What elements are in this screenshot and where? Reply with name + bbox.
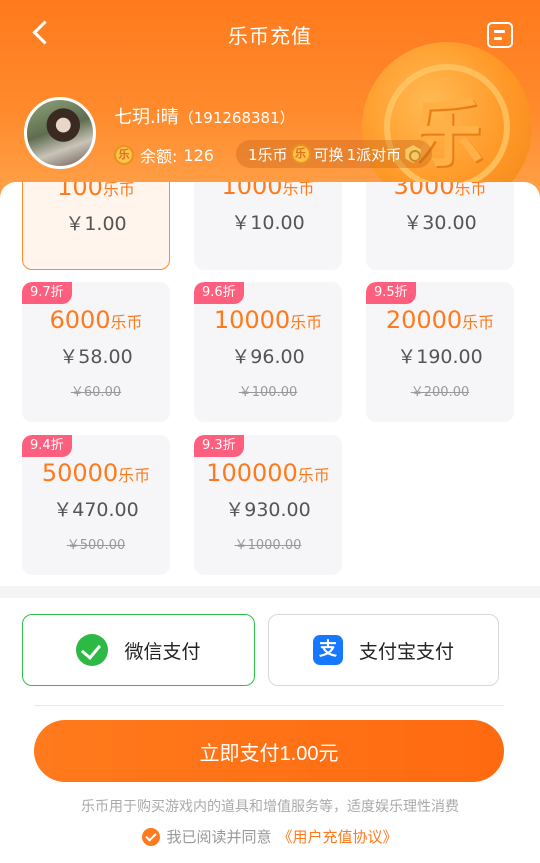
party-coin-icon (405, 145, 421, 163)
package-amount: 50000 (41, 459, 119, 487)
exchange-mid: 可换 (313, 145, 344, 164)
package-unit: 乐币 (297, 466, 330, 485)
balance-label: 余额: (140, 147, 178, 166)
package-unit: 乐币 (118, 466, 151, 485)
package-unit: 乐币 (110, 313, 143, 332)
package-unit: 乐币 (102, 182, 135, 199)
package-price: ￥470.00 (53, 499, 139, 521)
user-id: （191268381） (178, 109, 295, 127)
alipay-label: 支付宝支付 (358, 640, 454, 663)
exchange-rate-pill: 1乐币 乐 可换 1派对币 (236, 140, 433, 168)
package-amount: 100000 (206, 459, 298, 487)
package-card-10000[interactable]: 9.6折 10000乐币 ￥96.00 ￥100.00 (194, 282, 342, 422)
discount-badge: 9.6折 (194, 282, 244, 304)
package-unit: 乐币 (282, 182, 315, 198)
discount-badge: 9.4折 (22, 435, 72, 457)
record-list-icon[interactable] (487, 22, 513, 48)
coin-decoration-icon: 乐 (362, 42, 532, 200)
package-price: ￥96.00 (231, 346, 305, 368)
exchange-right: 1派对币 (346, 145, 402, 164)
package-grid: 100乐币 ￥1.00 1000乐币 ￥10.00 3000乐币 ￥30.00 … (0, 182, 540, 586)
wechat-icon (76, 634, 109, 666)
discount-badge: 9.5折 (366, 282, 416, 304)
balance: 乐 余额: 126 (114, 143, 214, 167)
package-price: ￥30.00 (403, 212, 477, 234)
package-amount: 20000 (385, 306, 463, 334)
alipay-button[interactable]: 支 支付宝支付 (268, 614, 499, 686)
package-original-price: ￥100.00 (238, 385, 298, 400)
package-card-50000[interactable]: 9.4折 50000乐币 ￥470.00 ￥500.00 (22, 435, 170, 575)
agreement-link[interactable]: 《用户充值协议》 (278, 826, 398, 847)
package-price: ￥1.00 (65, 213, 127, 235)
section-divider (0, 586, 540, 598)
discount-badge: 9.3折 (194, 435, 244, 457)
package-card-20000[interactable]: 9.5折 20000乐币 ￥190.00 ￥200.00 (366, 282, 514, 422)
package-price: ￥58.00 (59, 346, 133, 368)
package-amount: 3000 (393, 182, 455, 200)
package-original-price: ￥60.00 (70, 385, 122, 400)
discount-badge: 9.7折 (22, 282, 72, 304)
pay-now-button[interactable]: 立即支付1.00元 (34, 720, 504, 782)
wechat-pay-button[interactable]: 微信支付 (22, 614, 255, 686)
package-amount: 6000 (49, 306, 111, 334)
package-amount: 1000 (221, 182, 283, 200)
package-unit: 乐币 (290, 313, 323, 332)
package-card-100000[interactable]: 9.3折 100000乐币 ￥930.00 ￥1000.00 (194, 435, 342, 575)
balance-value: 126 (183, 145, 214, 165)
package-card-3000[interactable]: 3000乐币 ￥30.00 (366, 182, 514, 270)
package-price: ￥930.00 (225, 499, 311, 521)
wechat-pay-label: 微信支付 (124, 640, 201, 663)
le-coin-icon: 乐 (114, 145, 134, 165)
alipay-icon: 支 (312, 635, 343, 665)
package-price: ￥10.00 (231, 212, 305, 234)
recharge-notice: 乐币用于购买游戏内的道具和增值服务等，适度娱乐理性消费 (81, 799, 459, 815)
user-name: 七玥.i晴（191268381） (114, 103, 295, 129)
agreement-checkbox-icon[interactable] (142, 827, 161, 846)
package-card-100[interactable]: 100乐币 ￥1.00 (22, 182, 170, 270)
page-title: 乐币充值 (228, 24, 312, 48)
exchange-left: 1乐币 (248, 145, 288, 164)
package-unit: 乐币 (454, 182, 487, 198)
package-price: ￥190.00 (397, 346, 483, 368)
divider-line (34, 705, 504, 706)
package-amount: 100 (57, 182, 103, 201)
package-unit: 乐币 (462, 313, 495, 332)
avatar (24, 97, 96, 169)
package-original-price: ￥1000.00 (234, 538, 302, 553)
header: 乐 乐币充值 七玥.i晴（191268381） 乐 余额: 126 1乐币 乐 … (0, 0, 540, 200)
package-original-price: ￥200.00 (410, 385, 470, 400)
agreement-row: 我已阅读并同意 《用户充值协议》 (0, 826, 540, 847)
package-card-1000[interactable]: 1000乐币 ￥10.00 (194, 182, 342, 270)
agreement-prefix: 我已阅读并同意 (166, 828, 272, 846)
package-amount: 10000 (213, 306, 291, 334)
package-original-price: ￥500.00 (66, 538, 126, 553)
user-nickname: 七玥.i晴 (114, 107, 179, 128)
package-card-6000[interactable]: 9.7折 6000乐币 ￥58.00 ￥60.00 (22, 282, 170, 422)
le-coin-icon: 乐 (290, 144, 311, 164)
